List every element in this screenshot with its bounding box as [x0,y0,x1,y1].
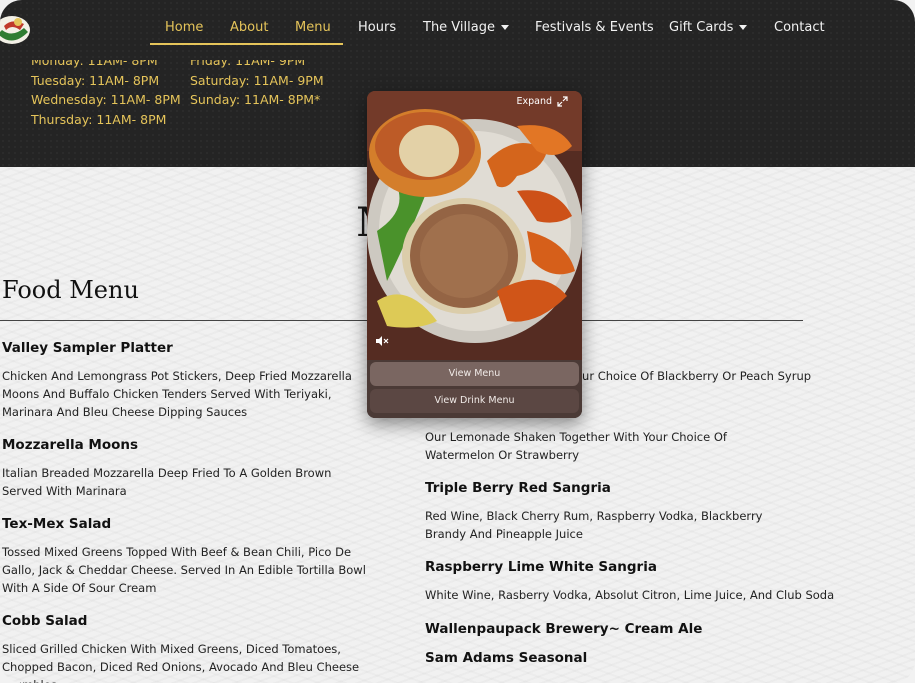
hours-saturday: Saturday: 11AM- 9PM [190,72,324,88]
nav-about[interactable]: About [230,20,268,35]
hours-friday: Friday: 11AM- 9PM [190,53,306,68]
video-popup[interactable]: Expand View Menu View Drink Menu [367,91,582,418]
nav-gift-cards[interactable]: Gift Cards [669,20,748,35]
nav-gift-cards-label: Gift Cards [669,20,734,35]
main-nav: Home About Menu Hours The Village Festiv… [0,0,915,56]
hours-sunday: Sunday: 11AM- 8PM* [190,92,321,107]
food-item-name: Mozzarella Moons [2,437,139,453]
drink-item-name: Triple Berry Red Sangria [425,480,611,496]
nav-contact[interactable]: Contact [774,20,825,35]
food-item-desc: Italian Breaded Mozzarella Deep Fried To… [2,466,332,498]
nav-active-underline [150,43,343,45]
chevron-down-icon [500,25,509,30]
nav-menu[interactable]: Menu [295,20,331,35]
nav-festivals-events[interactable]: Festivals & Events [535,20,654,35]
food-item-desc: Tossed Mixed Greens Topped With Beef & B… [2,545,366,595]
chevron-down-icon [739,25,748,30]
nav-hours[interactable]: Hours [358,20,396,35]
hours-tuesday: Tuesday: 11AM- 8PM [31,72,160,88]
page-frame: Home About Menu Hours The Village Festiv… [0,0,915,683]
expand-label: Expand [516,96,552,107]
food-item-desc: Sliced Grilled Chicken With Mixed Greens… [2,642,360,683]
drink-item-desc-partial: our Choice Of Blackberry Or Peach Syrup [575,369,812,383]
hours-wednesday: Wednesday: 11AM- 8PM [31,92,181,107]
drink-item-name: Wallenpaupack Brewery~ Cream Ale [425,621,703,637]
nav-the-village[interactable]: The Village [423,20,509,35]
drink-item-desc: White Wine, Rasberry Vodka, Absolut Citr… [425,588,835,602]
mute-icon[interactable] [375,335,389,347]
food-item-desc: Chicken And Lemongrass Pot Stickers, Dee… [2,369,352,419]
nav-home[interactable]: Home [165,20,203,35]
food-item-name: Valley Sampler Platter [2,340,173,356]
food-item-name: Cobb Salad [2,613,88,629]
food-item-name: Tex-Mex Salad [2,516,112,532]
drink-item-name: Raspberry Lime White Sangria [425,559,657,575]
hours-monday: Monday: 11AM- 8PM [31,53,158,68]
hours-column-left: Monday: 11AM- 8PM Tuesday: 11AM- 8PM Wed… [31,51,181,129]
view-drink-menu-button[interactable]: View Drink Menu [370,389,579,413]
expand-icon [557,96,568,107]
nav-the-village-label: The Village [423,20,495,35]
expand-button[interactable]: Expand [516,96,568,107]
drink-item-name: Sam Adams Seasonal [425,650,588,666]
drink-item-desc: Red Wine, Black Cherry Rum, Raspberry Vo… [425,509,763,541]
view-menu-button[interactable]: View Menu [370,362,579,386]
food-menu-title: Food Menu [2,276,139,304]
hours-column-right: Friday: 11AM- 9PM Saturday: 11AM- 9PM Su… [190,51,324,110]
food-photo [367,91,582,360]
drink-item-desc: Our Lemonade Shaken Together With Your C… [425,430,727,462]
hours-thursday: Thursday: 11AM- 8PM [31,111,167,127]
